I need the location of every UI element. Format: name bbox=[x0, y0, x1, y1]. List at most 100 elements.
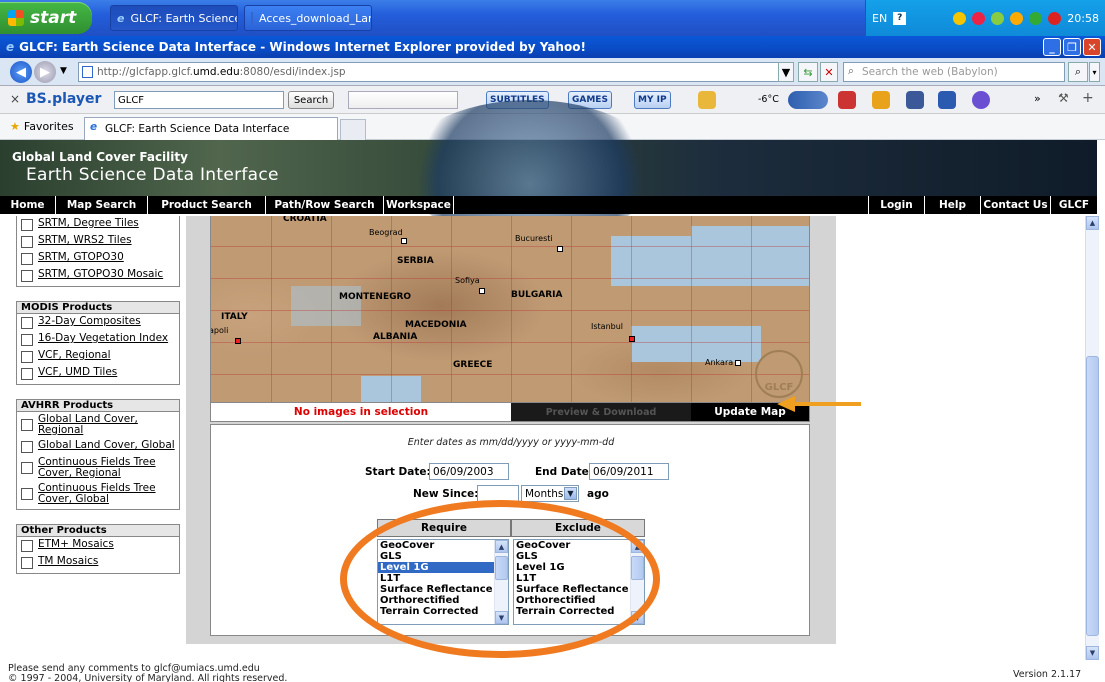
nav-home[interactable]: Home bbox=[0, 196, 56, 214]
wrench-icon[interactable]: ⚒ bbox=[1058, 91, 1069, 105]
checkbox[interactable] bbox=[21, 488, 33, 500]
facebook-icon[interactable] bbox=[906, 91, 924, 109]
history-dropdown-icon[interactable]: ▼ bbox=[60, 66, 67, 76]
nav-path-row-search[interactable]: Path/Row Search bbox=[266, 196, 384, 214]
checkbox[interactable] bbox=[21, 368, 33, 380]
product-link[interactable]: SRTM, WRS2 Tiles bbox=[38, 235, 132, 246]
nav-workspace[interactable]: Workspace bbox=[384, 196, 454, 214]
help-icon[interactable]: ? bbox=[893, 11, 907, 25]
list-item[interactable]: Continuous Fields Tree Cover, Global bbox=[17, 482, 179, 508]
web-search-input[interactable]: ⌕ Search the web (Babylon) bbox=[843, 62, 1065, 82]
product-link[interactable]: SRTM, GTOPO30 bbox=[38, 252, 124, 263]
preview-download-button[interactable]: Preview & Download bbox=[511, 403, 691, 421]
taskbar-button-ie[interactable]: e GLCF: Earth Science ... bbox=[110, 5, 238, 31]
my-ip-button[interactable]: MY IP bbox=[634, 91, 671, 109]
scroll-up-icon[interactable]: ▲ bbox=[1086, 216, 1099, 230]
back-button[interactable]: ◀ bbox=[10, 61, 32, 83]
close-toolbar-icon[interactable]: × bbox=[10, 92, 20, 106]
start-date-input[interactable]: 06/09/2003 bbox=[429, 463, 509, 480]
chevron-more-icon[interactable]: » bbox=[1034, 92, 1041, 105]
product-link[interactable]: 16-Day Vegetation Index bbox=[38, 333, 168, 344]
stop-icon[interactable]: ✕ bbox=[820, 62, 838, 82]
scroll-down-icon[interactable]: ▼ bbox=[1086, 646, 1099, 660]
list-item[interactable]: VCF, Regional bbox=[17, 349, 179, 366]
url-dropdown-button[interactable]: ▼ bbox=[778, 62, 794, 82]
new-tab-button[interactable] bbox=[340, 119, 366, 140]
checkbox[interactable] bbox=[21, 540, 33, 552]
start-button[interactable]: start bbox=[0, 2, 92, 34]
map-view[interactable]: CROATIA SERBIA BULGARIA MONTENEGRO MACED… bbox=[210, 216, 810, 402]
counter-icon[interactable] bbox=[872, 91, 890, 109]
browser-tab[interactable]: e GLCF: Earth Science Data Interface bbox=[84, 117, 338, 140]
shield-icon[interactable] bbox=[1029, 11, 1043, 25]
nav-help[interactable]: Help bbox=[925, 196, 981, 214]
checkbox[interactable] bbox=[21, 441, 33, 453]
product-link[interactable]: Global Land Cover, Global bbox=[38, 440, 175, 451]
mascot-icon[interactable] bbox=[972, 91, 990, 109]
checkbox[interactable] bbox=[21, 253, 33, 265]
bsplayer-search-input[interactable]: GLCF bbox=[114, 91, 284, 109]
checkbox[interactable] bbox=[21, 334, 33, 346]
tray-icon-3[interactable] bbox=[991, 11, 1005, 25]
list-item[interactable]: ETM+ Mosaics bbox=[17, 538, 179, 555]
scroll-thumb[interactable] bbox=[1086, 356, 1099, 636]
list-item[interactable]: SRTM, Degree Tiles bbox=[17, 217, 179, 234]
list-item[interactable]: SRTM, GTOPO30 Mosaic bbox=[17, 268, 179, 285]
end-date-input[interactable]: 06/09/2011 bbox=[589, 463, 669, 480]
close-button[interactable]: ✕ bbox=[1083, 38, 1101, 56]
checkbox[interactable] bbox=[21, 236, 33, 248]
page-scrollbar[interactable]: ▲ ▼ bbox=[1085, 216, 1099, 660]
product-link[interactable]: Continuous Fields Tree Cover, Global bbox=[38, 483, 175, 505]
forward-button[interactable]: ▶ bbox=[34, 61, 56, 83]
product-link[interactable]: SRTM, Degree Tiles bbox=[38, 218, 139, 229]
nav-login[interactable]: Login bbox=[869, 196, 925, 214]
nav-map-search[interactable]: Map Search bbox=[56, 196, 148, 214]
minimize-button[interactable]: _ bbox=[1043, 38, 1061, 56]
checkbox[interactable] bbox=[21, 219, 33, 231]
antivirus-icon[interactable] bbox=[1048, 11, 1062, 25]
checkbox[interactable] bbox=[21, 557, 33, 569]
list-item[interactable]: 16-Day Vegetation Index bbox=[17, 332, 179, 349]
search-options-button[interactable]: ▾ bbox=[1089, 62, 1100, 82]
messenger-icon[interactable] bbox=[938, 91, 956, 109]
media-control[interactable] bbox=[348, 91, 458, 109]
tray-icon-1[interactable] bbox=[953, 11, 967, 25]
bsplayer-logo[interactable]: BS.player bbox=[26, 91, 101, 107]
product-link[interactable]: TM Mosaics bbox=[38, 556, 98, 567]
checkbox[interactable] bbox=[21, 317, 33, 329]
checkbox[interactable] bbox=[21, 351, 33, 363]
list-item[interactable]: Continuous Fields Tree Cover, Regional bbox=[17, 456, 179, 482]
language-indicator[interactable]: EN bbox=[872, 12, 887, 25]
tray-icon-4[interactable] bbox=[1010, 11, 1024, 25]
product-link[interactable]: VCF, Regional bbox=[38, 350, 111, 361]
product-link[interactable]: Continuous Fields Tree Cover, Regional bbox=[38, 457, 175, 479]
list-item[interactable]: SRTM, GTOPO30 bbox=[17, 251, 179, 268]
add-icon[interactable]: + bbox=[1082, 90, 1094, 106]
nav-contact-us[interactable]: Contact Us bbox=[981, 196, 1051, 214]
bsplayer-search-button[interactable]: Search bbox=[288, 91, 334, 109]
list-item[interactable]: VCF, UMD Tiles bbox=[17, 366, 179, 383]
notification-icon[interactable] bbox=[838, 91, 856, 109]
product-link[interactable]: ETM+ Mosaics bbox=[38, 539, 114, 550]
time-unit-select[interactable]: Months ▼ bbox=[521, 485, 579, 502]
nav-product-search[interactable]: Product Search bbox=[148, 196, 266, 214]
product-link[interactable]: SRTM, GTOPO30 Mosaic bbox=[38, 269, 163, 280]
list-item[interactable]: 32-Day Composites bbox=[17, 315, 179, 332]
refresh-icon[interactable]: ⇆ bbox=[798, 62, 818, 82]
maximize-button[interactable]: ❐ bbox=[1063, 38, 1081, 56]
checkbox[interactable] bbox=[21, 462, 33, 474]
product-link[interactable]: VCF, UMD Tiles bbox=[38, 367, 117, 378]
list-item[interactable]: Global Land Cover, Global bbox=[17, 439, 179, 456]
list-item[interactable]: Global Land Cover, Regional bbox=[17, 413, 179, 439]
list-item[interactable]: TM Mosaics bbox=[17, 555, 179, 572]
product-link[interactable]: 32-Day Composites bbox=[38, 316, 141, 327]
player-controls-icon[interactable] bbox=[788, 91, 828, 109]
tray-icon-2[interactable] bbox=[972, 11, 986, 25]
taskbar-button-doc[interactable]: Acces_download_Lan... bbox=[244, 5, 372, 31]
product-link[interactable]: Global Land Cover, Regional bbox=[38, 414, 175, 436]
favorites-button[interactable]: ★ Favorites bbox=[10, 120, 74, 133]
search-go-icon[interactable]: ⌕ bbox=[1068, 62, 1088, 82]
checkbox[interactable] bbox=[21, 270, 33, 282]
clock[interactable]: 20:58 bbox=[1067, 12, 1099, 25]
weather-icon[interactable] bbox=[698, 91, 716, 109]
